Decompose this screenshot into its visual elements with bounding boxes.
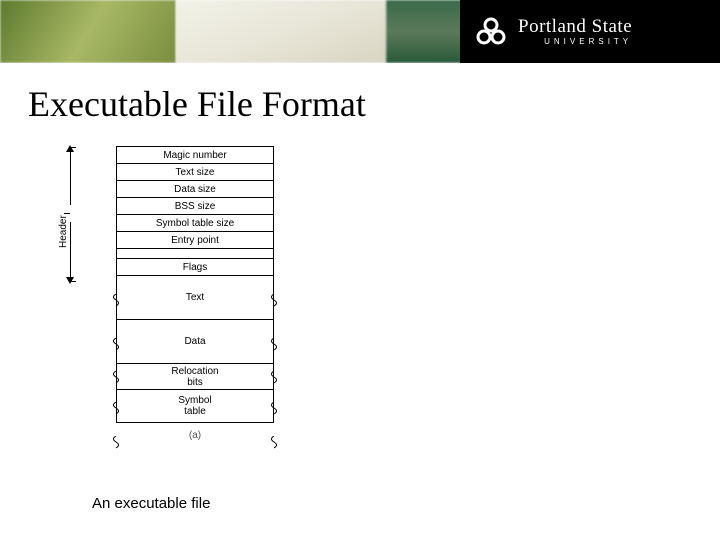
row-hatched — [117, 249, 274, 259]
brand-sub: UNIVERSITY — [518, 38, 632, 46]
break-squiggle-icon — [111, 338, 121, 352]
break-squiggle-icon — [111, 436, 121, 450]
row-entry-point: Entry point — [117, 232, 274, 249]
row-bss-size: BSS size — [117, 198, 274, 215]
row-symbol-table: Symboltable — [117, 390, 274, 423]
slide-title: Executable File Format — [28, 83, 720, 125]
figure-caption: An executable file — [92, 495, 210, 512]
break-squiggle-icon — [269, 436, 279, 450]
subfigure-label: (a) — [116, 430, 274, 441]
brand-logo: Portland State UNIVERSITY — [474, 15, 632, 49]
bracket-tick — [64, 213, 70, 214]
row-flags: Flags — [117, 259, 274, 276]
break-squiggle-icon — [111, 294, 121, 308]
brand-bar: Portland State UNIVERSITY — [460, 0, 720, 63]
row-magic-number: Magic number — [117, 147, 274, 164]
file-layout-diagram: Magic number Text size Data size BSS siz… — [72, 146, 332, 441]
row-data: Data — [117, 320, 274, 364]
row-relocation-bits: Relocationbits — [117, 364, 274, 390]
bracket-line — [70, 222, 71, 282]
break-squiggle-icon — [269, 294, 279, 308]
row-data-size: Data size — [117, 181, 274, 198]
row-text-size: Text size — [117, 164, 274, 181]
header-bracket-label: Header — [58, 215, 69, 248]
file-layout-table: Magic number Text size Data size BSS siz… — [116, 146, 274, 423]
logo-interlock-icon — [474, 15, 508, 49]
row-text: Text — [117, 276, 274, 320]
break-squiggle-icon — [269, 371, 279, 385]
break-squiggle-icon — [111, 371, 121, 385]
row-symbol-table-size: Symbol table size — [117, 215, 274, 232]
header-band: Portland State UNIVERSITY — [0, 0, 720, 63]
bracket-line — [70, 147, 71, 205]
brand-name: Portland State — [518, 17, 632, 36]
break-squiggle-icon — [269, 338, 279, 352]
break-squiggle-icon — [111, 402, 121, 416]
break-squiggle-icon — [269, 402, 279, 416]
